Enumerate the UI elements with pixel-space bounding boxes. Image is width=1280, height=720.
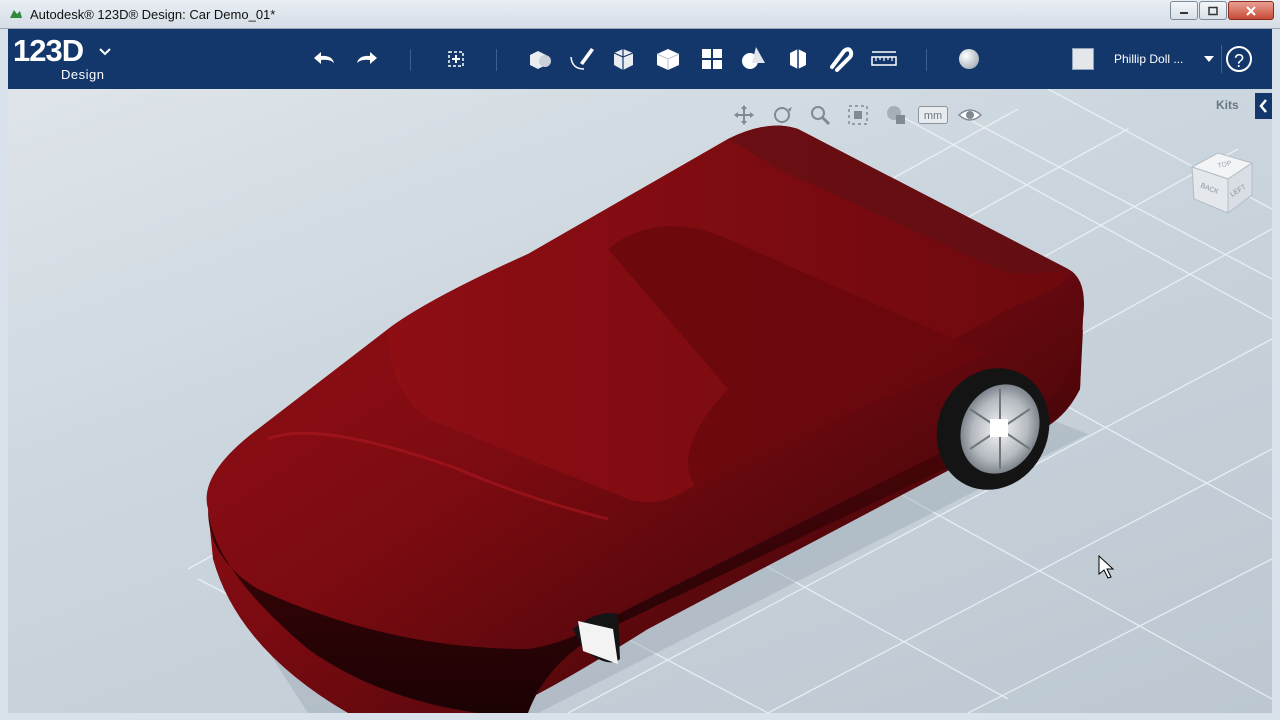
kits-label[interactable]: Kits: [1216, 98, 1239, 112]
help-button[interactable]: ?: [1226, 46, 1252, 72]
app-toolbar: 123D Design Phillip Doll ... ?: [8, 29, 1272, 89]
maximize-button[interactable]: [1199, 1, 1227, 20]
units-button[interactable]: mm: [918, 106, 948, 124]
scene-canvas[interactable]: [8, 89, 1272, 713]
mouse-cursor: [1098, 554, 1115, 579]
pattern-icon[interactable]: [696, 43, 728, 75]
pan-icon[interactable]: [728, 103, 760, 127]
window-title: Autodesk® 123D® Design: Car Demo_01*: [30, 7, 276, 22]
group-icon[interactable]: [738, 43, 770, 75]
app-menu-button[interactable]: 123D Design: [13, 33, 111, 82]
fit-icon[interactable]: [842, 103, 874, 127]
undo-icon[interactable]: [308, 43, 340, 75]
3d-viewport[interactable]: mm Kits TOP BACK LEFT: [8, 89, 1272, 713]
toolbar-separator: [496, 49, 497, 71]
kits-panel-toggle[interactable]: [1255, 93, 1272, 119]
avatar[interactable]: [1072, 48, 1094, 70]
primitives-icon[interactable]: [524, 43, 556, 75]
toolbar-separator: [926, 49, 927, 71]
window-border-left: [0, 29, 8, 713]
eye-icon[interactable]: [954, 103, 986, 127]
user-name[interactable]: Phillip Doll ...: [1114, 52, 1183, 66]
logo-brand: 123D: [13, 33, 84, 68]
caret-down-icon[interactable]: [1204, 56, 1214, 62]
minimize-button[interactable]: [1170, 1, 1198, 20]
toolbar-separator: [1221, 45, 1222, 73]
minimize-icon: [1180, 11, 1188, 14]
app-icon: [10, 10, 22, 18]
zoom-icon[interactable]: [804, 103, 836, 127]
close-icon: [1246, 5, 1256, 16]
window-border-right: [1272, 29, 1280, 713]
measure-icon[interactable]: [868, 43, 900, 75]
modify-icon[interactable]: [652, 43, 684, 75]
snap-icon[interactable]: [824, 43, 856, 75]
sketch-icon[interactable]: [566, 43, 598, 75]
viewcube[interactable]: TOP BACK LEFT: [1188, 145, 1258, 217]
logo-sub: Design: [61, 67, 105, 82]
combine-icon[interactable]: [782, 43, 814, 75]
maximize-icon: [1208, 6, 1218, 15]
close-button[interactable]: [1228, 1, 1274, 20]
navigation-bar: mm: [728, 103, 986, 127]
orbit-icon[interactable]: [766, 103, 798, 127]
material-icon[interactable]: [953, 43, 985, 75]
redo-icon[interactable]: [351, 43, 383, 75]
chevron-left-icon: [1259, 99, 1267, 113]
window-border-bottom: [0, 713, 1280, 720]
chevron-down-icon: [99, 48, 111, 56]
construct-icon[interactable]: [608, 43, 640, 75]
toolbar-separator: [410, 49, 411, 71]
visibility-style-icon[interactable]: [880, 103, 912, 127]
window-titlebar: Autodesk® 123D® Design: Car Demo_01*: [0, 0, 1280, 29]
transform-icon[interactable]: [440, 43, 472, 75]
